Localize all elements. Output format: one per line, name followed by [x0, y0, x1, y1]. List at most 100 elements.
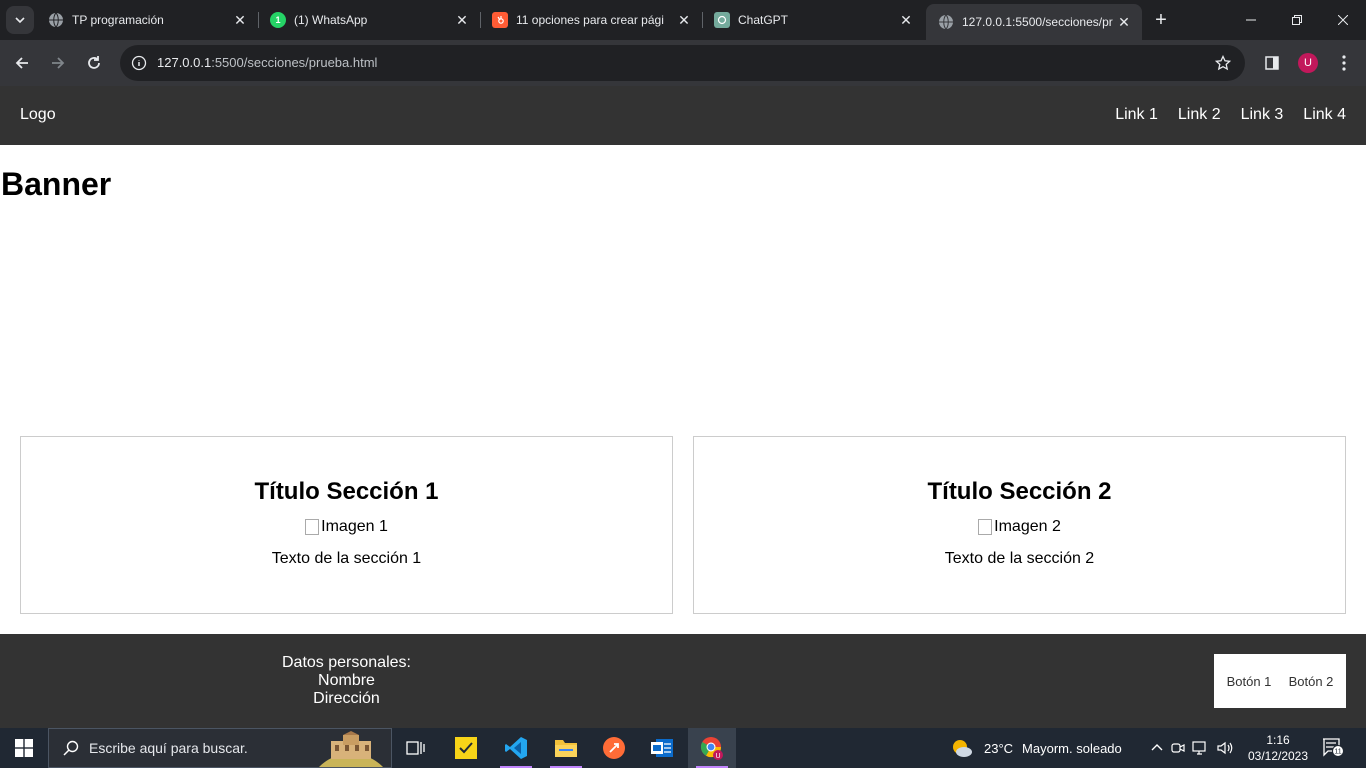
windows-logo-icon: [15, 739, 33, 757]
bookmark-star-icon[interactable]: [1213, 53, 1233, 73]
section-image: Imagen 2: [978, 518, 1061, 536]
profile-avatar[interactable]: U: [1298, 53, 1318, 73]
close-icon[interactable]: ✕: [230, 10, 250, 30]
postman-icon: [603, 737, 625, 759]
tab-title: ChatGPT: [738, 13, 789, 27]
globe-icon: [938, 14, 954, 30]
url-text[interactable]: 127.0.0.1:5500/secciones/prueba.html: [157, 55, 377, 70]
taskbar-clock[interactable]: 1:16 03/12/2023: [1244, 732, 1312, 764]
minimize-button[interactable]: [1228, 0, 1274, 40]
page-navbar: Logo Link 1 Link 2 Link 3 Link 4: [0, 86, 1366, 145]
nav-link-3[interactable]: Link 3: [1241, 106, 1284, 124]
browser-toolbar: 127.0.0.1:5500/secciones/prueba.html: [0, 40, 1366, 86]
personal-data: Datos personales: Nombre Dirección: [282, 654, 411, 708]
broken-image-icon: [978, 519, 993, 535]
section-image: Imagen 1: [305, 518, 388, 536]
new-tab-button[interactable]: +: [1149, 8, 1173, 32]
image-alt-text: Imagen 1: [321, 518, 388, 535]
folder-icon: [555, 740, 577, 757]
weather-widget[interactable]: 23°C Mayorm. soleado: [950, 728, 1122, 768]
personal-data-heading: Datos personales:: [282, 654, 411, 671]
close-window-button[interactable]: [1320, 0, 1366, 40]
restore-icon: [1292, 15, 1302, 25]
nav-link-4[interactable]: Link 4: [1303, 106, 1346, 124]
restore-button[interactable]: [1274, 0, 1320, 40]
chevron-up-icon[interactable]: [1150, 741, 1164, 755]
tab-active-prueba[interactable]: 127.0.0.1:5500/secciones/pr ✕: [926, 4, 1142, 40]
partly-sunny-icon: [953, 740, 972, 757]
clock-time: 1:16: [1266, 733, 1290, 747]
notification-count: 11: [1334, 749, 1341, 756]
close-icon[interactable]: ✕: [1114, 12, 1134, 32]
task-view-icon: [406, 741, 425, 755]
section-card-1: Título Sección 1 Imagen 1 Texto de la se…: [20, 436, 673, 614]
close-icon[interactable]: ✕: [674, 10, 694, 30]
arrow-right-icon: [52, 57, 65, 69]
footer-button-1[interactable]: Botón 1: [1227, 674, 1272, 689]
start-button[interactable]: [0, 728, 48, 768]
tab-chatgpt[interactable]: ChatGPT ✕: [702, 0, 924, 40]
tab-whatsapp[interactable]: 1 (1) WhatsApp ✕: [258, 0, 480, 40]
tab-strip: TP programación ✕ 1 (1) WhatsApp ✕ 11 op…: [0, 0, 1366, 40]
tab-title: TP programación: [72, 13, 164, 27]
vscode-app[interactable]: [492, 728, 540, 768]
meet-now-icon[interactable]: [1170, 740, 1186, 756]
windows-taskbar: Escribe aquí para buscar. U 23°C Mayorm.…: [0, 728, 1366, 768]
tab-tp-programacion[interactable]: TP programación ✕: [36, 0, 258, 40]
search-highlight-image: [319, 731, 383, 767]
system-tray: [1150, 728, 1234, 768]
globe-icon: [48, 12, 64, 28]
broken-image-icon: [305, 519, 320, 535]
web-page: Logo Link 1 Link 2 Link 3 Link 4 Banner …: [0, 86, 1366, 728]
back-button[interactable]: [8, 49, 36, 77]
section-title: Título Sección 2: [927, 478, 1112, 505]
chevron-down-icon: [15, 17, 25, 24]
network-icon[interactable]: [1192, 740, 1210, 756]
volume-icon[interactable]: [1216, 740, 1234, 756]
tab-search-button[interactable]: [6, 6, 34, 34]
notification-center-icon[interactable]: 11: [1322, 738, 1344, 758]
search-placeholder: Escribe aquí para buscar.: [89, 740, 248, 756]
clock-date: 03/12/2023: [1247, 749, 1309, 763]
close-icon[interactable]: ✕: [452, 10, 472, 30]
tab-title: (1) WhatsApp: [294, 13, 368, 27]
reload-button[interactable]: [80, 49, 108, 77]
side-panel-button[interactable]: [1258, 49, 1286, 77]
weather-description: Mayorm. soleado: [1022, 740, 1122, 756]
outlook-app[interactable]: [638, 728, 686, 768]
section-text: Texto de la sección 2: [944, 550, 1095, 567]
chrome-icon: U: [700, 737, 723, 760]
tab-title: 11 opciones para crear pági: [516, 13, 664, 27]
footer-button-2[interactable]: Botón 2: [1289, 674, 1334, 689]
sticky-notes-icon: [455, 737, 477, 759]
forward-button[interactable]: [44, 49, 72, 77]
file-explorer-app[interactable]: [542, 728, 590, 768]
postman-app[interactable]: [590, 728, 638, 768]
task-view-button[interactable]: [392, 728, 440, 768]
personal-data-address: Dirección: [313, 690, 380, 707]
logo-alt-text: Logo: [20, 106, 56, 123]
vscode-icon: [505, 737, 527, 759]
close-icon[interactable]: ✕: [896, 10, 916, 30]
menu-button[interactable]: [1330, 49, 1358, 77]
taskbar-search[interactable]: Escribe aquí para buscar.: [48, 728, 392, 768]
url-path: :5500/secciones/prueba.html: [211, 55, 378, 70]
close-icon: [1338, 15, 1348, 25]
section-title: Título Sección 1: [254, 478, 439, 505]
chatgpt-icon: [714, 12, 730, 28]
nav-link-1[interactable]: Link 1: [1115, 106, 1158, 124]
section-card-2: Título Sección 2 Imagen 2 Texto de la se…: [693, 436, 1346, 614]
image-alt-text: Imagen 2: [994, 518, 1061, 535]
nav-link-2[interactable]: Link 2: [1178, 106, 1221, 124]
section-text: Texto de la sección 1: [271, 550, 422, 567]
reload-icon: [88, 56, 100, 69]
banner-title: Banner: [1, 166, 112, 202]
info-icon[interactable]: [129, 53, 149, 73]
more-vertical-icon: [1342, 55, 1346, 71]
sticky-notes-app[interactable]: [442, 728, 490, 768]
hubspot-icon: [492, 12, 508, 28]
tab-hubspot[interactable]: 11 opciones para crear pági ✕: [480, 0, 702, 40]
chrome-app[interactable]: U: [688, 728, 736, 768]
svg-text:U: U: [715, 753, 720, 760]
address-bar[interactable]: 127.0.0.1:5500/secciones/prueba.html: [120, 45, 1245, 81]
